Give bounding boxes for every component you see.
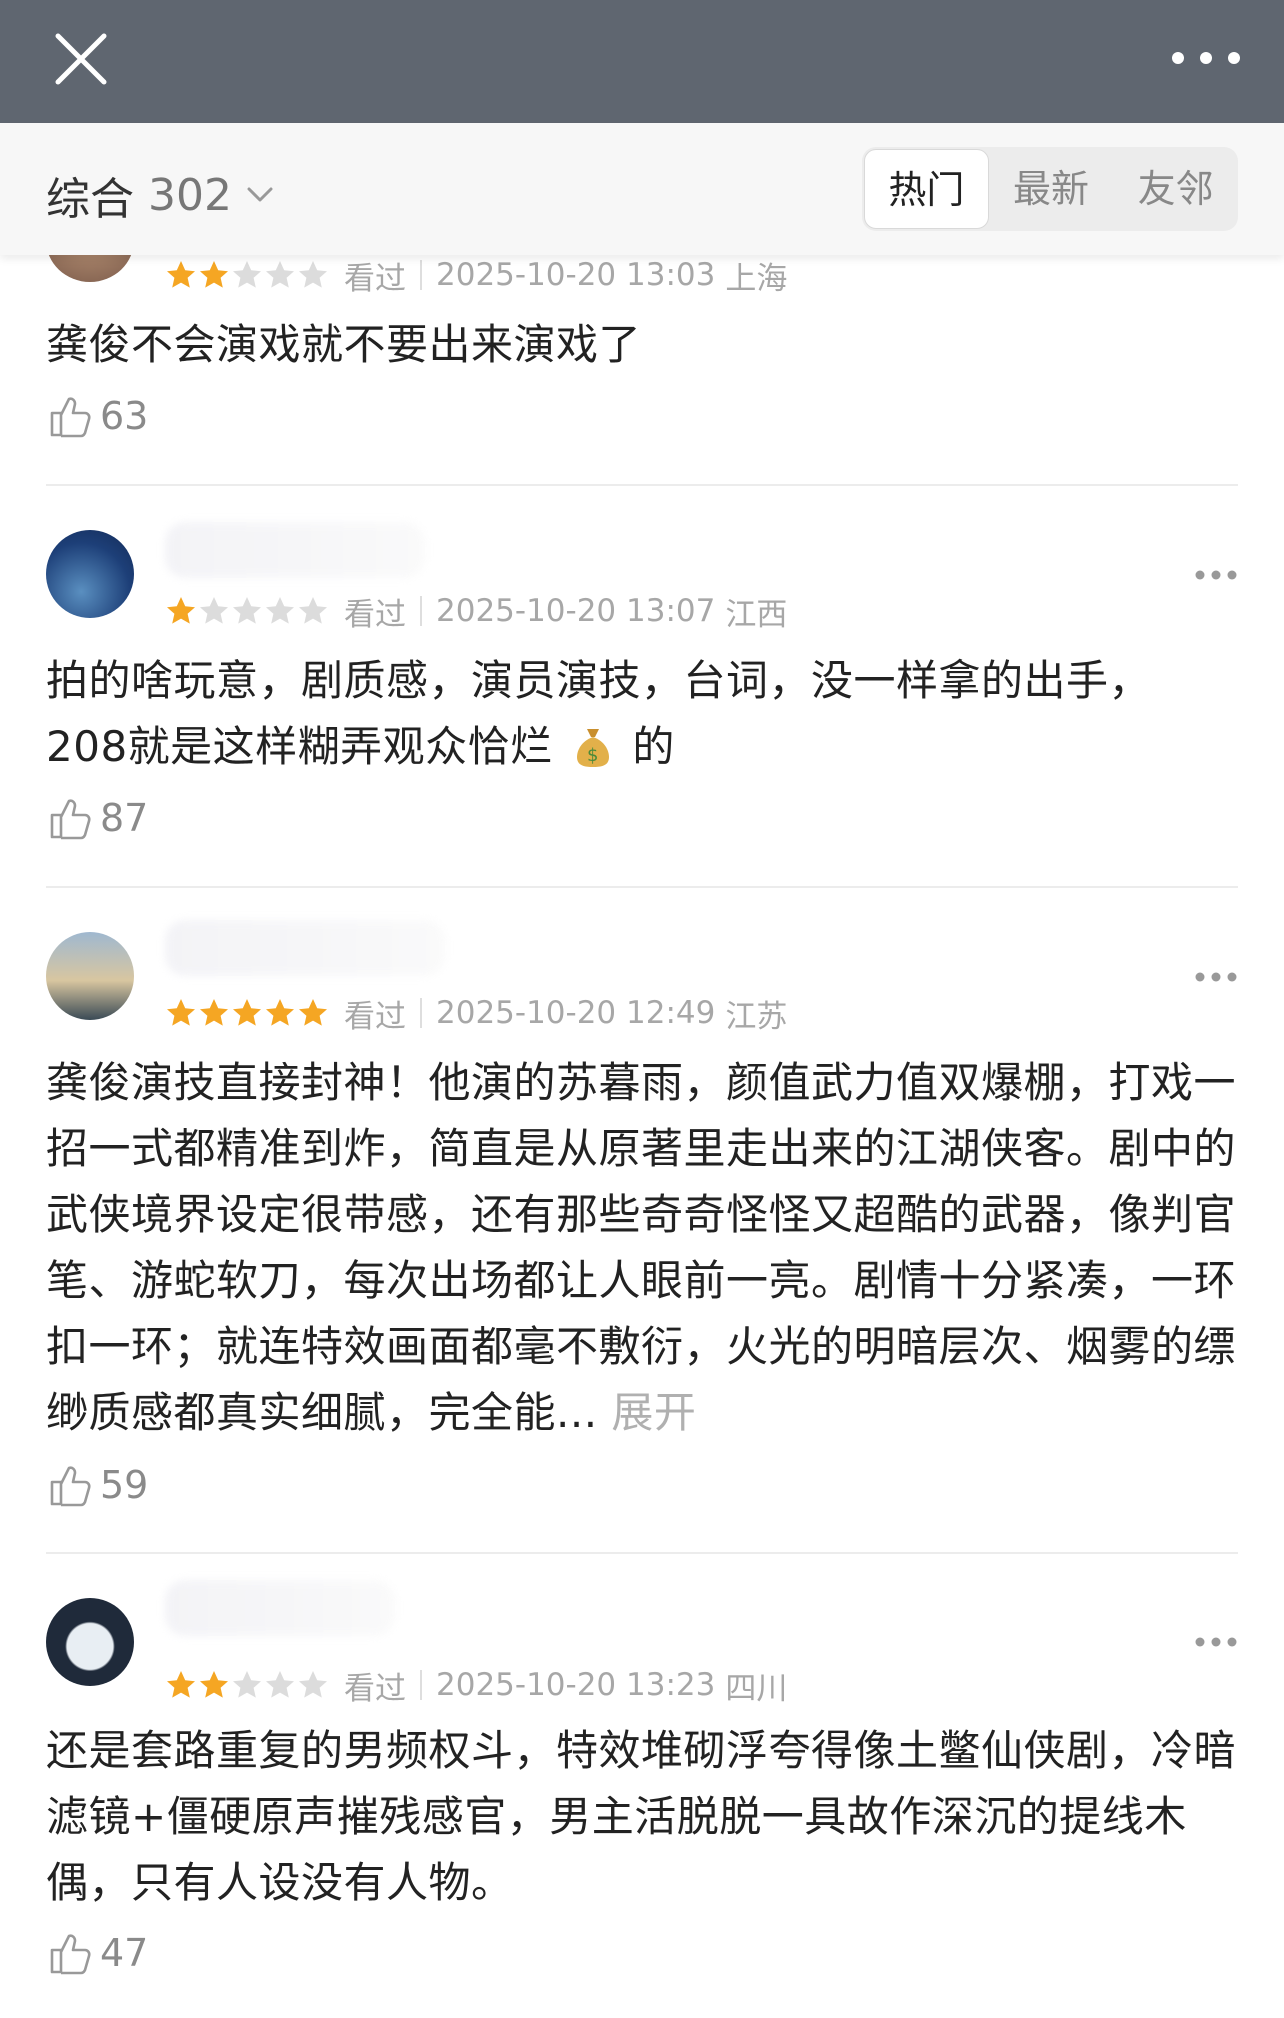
watch-status: 看过 (344, 998, 406, 1035)
review-location: 江西 (725, 596, 788, 633)
review-text-line: 208就是这样糊弄观众恰烂 $ 的 (46, 714, 1238, 780)
like-count: 59 (100, 1463, 149, 1507)
divider (46, 886, 1238, 888)
star-empty-icon (299, 597, 327, 624)
star-empty-icon (233, 1671, 261, 1698)
divider (46, 484, 1238, 486)
divider (420, 1670, 422, 1700)
watch-status: 看过 (344, 596, 406, 633)
review-text-segment: 208就是这样糊弄观众恰烂 (46, 722, 553, 771)
star-empty-icon (233, 261, 261, 288)
avatar[interactable] (46, 530, 134, 618)
star-filled-icon (167, 999, 195, 1026)
tab-hot[interactable]: 热门 (864, 149, 989, 229)
star-rating (165, 997, 330, 1029)
star-empty-icon (266, 597, 294, 624)
like-button[interactable]: 47 (46, 1925, 148, 1981)
sort-dropdown[interactable]: 综合 302 (46, 163, 274, 227)
star-filled-icon (200, 1671, 228, 1698)
like-button[interactable]: 87 (46, 790, 148, 846)
like-count: 87 (100, 796, 149, 840)
thumbs-up-icon (50, 1466, 91, 1507)
divider (420, 596, 422, 626)
review-datetime: 2025-10-20 13:07 (436, 593, 716, 629)
divider (420, 260, 422, 290)
tab-latest[interactable]: 最新 (989, 149, 1114, 229)
svg-text:$: $ (587, 745, 599, 766)
review-meta: 看过 2025-10-20 13:03 上海 (165, 255, 788, 297)
review-datetime: 2025-10-20 13:03 (436, 257, 716, 293)
review-meta: 看过 2025-10-20 13:23 四川 (165, 1665, 788, 1707)
review-text: 龚俊演技直接封神！他演的苏暮雨，颜值武力值双爆棚，打戏一招一式都精准到炸，简直是… (46, 1050, 1238, 1446)
star-filled-icon (200, 261, 228, 288)
review-text: 还是套路重复的男频权斗，特效堆砌浮夸得像土鳖仙侠剧，冷暗滤镜+僵硬原声摧残感官，… (46, 1726, 1237, 1907)
sort-label: 综合 (46, 174, 134, 225)
review-datetime: 2025-10-20 13:23 (436, 1667, 716, 1703)
review-text-segment: 的 (632, 722, 675, 771)
review-location: 江苏 (725, 998, 788, 1035)
star-filled-icon (167, 261, 195, 288)
review-meta: 看过 2025-10-20 12:49 江苏 (165, 993, 788, 1035)
thumbs-up-icon (50, 1934, 91, 1975)
top-bar (0, 0, 1284, 123)
star-rating (165, 259, 330, 291)
divider (46, 1552, 1238, 1554)
star-filled-icon (200, 999, 228, 1026)
star-filled-icon (266, 999, 294, 1026)
avatar[interactable] (46, 932, 134, 1020)
review-text-body: 龚俊演技直接封神！他演的苏暮雨，颜值武力值双爆棚，打戏一招一式都精准到炸，简直是… (46, 1058, 1237, 1437)
money-bag-icon: $ (576, 729, 609, 767)
thumbs-up-icon (50, 799, 91, 840)
review-location: 上海 (725, 260, 788, 297)
star-filled-icon (167, 597, 195, 624)
star-empty-icon (233, 597, 261, 624)
more-options-icon[interactable] (1194, 567, 1238, 581)
review-text: 龚俊不会演戏就不要出来演戏了 (46, 320, 642, 369)
star-empty-icon (299, 1671, 327, 1698)
like-count: 63 (100, 394, 149, 438)
review-datetime: 2025-10-20 12:49 (436, 995, 716, 1031)
star-filled-icon (233, 999, 261, 1026)
review-location: 四川 (725, 1670, 788, 1707)
more-options-icon[interactable] (1194, 969, 1238, 983)
star-empty-icon (200, 597, 228, 624)
close-icon[interactable] (52, 30, 110, 88)
star-rating (165, 1669, 330, 1701)
divider (420, 998, 422, 1028)
username-redacted (165, 920, 445, 976)
tab-friends[interactable]: 友邻 (1113, 149, 1238, 229)
sort-tabs: 热门 最新 友邻 (862, 147, 1238, 231)
thumbs-up-icon (50, 397, 91, 438)
expand-link[interactable]: 展开 (611, 1388, 696, 1437)
avatar[interactable] (46, 1598, 134, 1686)
more-options-icon[interactable] (1194, 1634, 1238, 1648)
star-empty-icon (266, 1671, 294, 1698)
more-horizontal-icon[interactable] (1168, 40, 1244, 76)
review-text-line: 拍的啥玩意，剧质感，演员演技，台词，没一样拿的出手， (46, 656, 1152, 705)
review-text: 拍的啥玩意，剧质感，演员演技，台词，没一样拿的出手， 208就是这样糊弄观众恰烂… (46, 648, 1238, 780)
star-empty-icon (299, 261, 327, 288)
filter-bar: 综合 302 热门 最新 友邻 (0, 123, 1284, 255)
username-redacted (165, 1580, 395, 1636)
like-count: 47 (100, 1931, 149, 1975)
chevron-down-icon (247, 187, 273, 202)
star-rating (165, 595, 330, 627)
watch-status: 看过 (344, 260, 406, 297)
star-filled-icon (299, 999, 327, 1026)
star-empty-icon (266, 261, 294, 288)
like-button[interactable]: 59 (46, 1457, 148, 1513)
username-redacted (165, 522, 425, 578)
like-button[interactable]: 63 (46, 388, 148, 444)
watch-status: 看过 (344, 1670, 406, 1707)
star-filled-icon (167, 1671, 195, 1698)
review-count: 302 (148, 169, 232, 221)
review-meta: 看过 2025-10-20 13:07 江西 (165, 591, 788, 633)
